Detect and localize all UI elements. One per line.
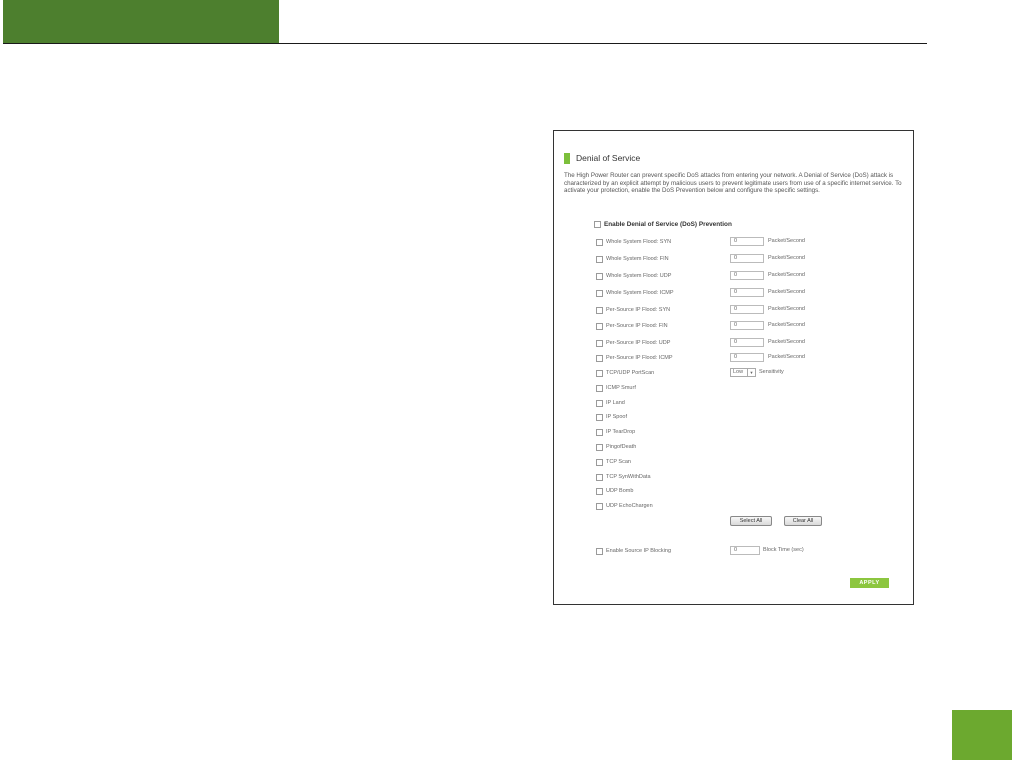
flood-checkbox[interactable] xyxy=(596,238,603,246)
option-row[interactable]: IP TearDrop xyxy=(596,427,635,437)
source-block-label: Enable Source IP Blocking xyxy=(606,548,672,554)
option-row[interactable]: IP Spoof xyxy=(596,412,627,422)
enable-dos-label: Enable Denial of Service (DoS) Preventio… xyxy=(604,221,732,228)
panel-description: The High Power Router can prevent specif… xyxy=(564,172,902,195)
chevron-down-icon[interactable]: ▼ xyxy=(747,369,755,376)
option-label: UDP Bomb xyxy=(606,488,634,494)
option-label: IP Spoof xyxy=(606,414,627,420)
flood-rate-input[interactable]: 0 xyxy=(730,338,764,347)
option-checkbox[interactable] xyxy=(596,443,603,451)
flood-unit: Packet/Second xyxy=(768,339,805,345)
flood-checkbox[interactable] xyxy=(596,322,603,330)
flood-unit: Packet/Second xyxy=(768,322,805,328)
option-row[interactable]: ICMP Smurf xyxy=(596,383,636,393)
option-row[interactable]: IP Land xyxy=(596,398,625,408)
flood-rate-input[interactable]: 0 xyxy=(730,321,764,330)
flood-row[interactable]: Whole System Flood: SYN xyxy=(596,237,671,247)
flood-checkbox[interactable] xyxy=(596,306,603,314)
flood-checkbox[interactable] xyxy=(596,354,603,362)
title-marker xyxy=(564,152,570,164)
option-checkbox[interactable] xyxy=(596,399,603,407)
portscan-label: TCP/UDP PortScan xyxy=(606,370,655,376)
flood-unit: Packet/Second xyxy=(768,255,805,261)
option-checkbox[interactable] xyxy=(596,413,603,421)
flood-label: Whole System Flood: SYN xyxy=(606,239,672,245)
option-checkbox[interactable] xyxy=(596,458,603,466)
flood-label: Per-Source IP Flood: UDP xyxy=(606,340,671,346)
flood-row[interactable]: Per-Source IP Flood: ICMP xyxy=(596,353,673,363)
flood-checkbox[interactable] xyxy=(596,339,603,347)
flood-rate-input[interactable]: 0 xyxy=(730,237,764,246)
option-label: IP Land xyxy=(606,400,625,406)
flood-checkbox[interactable] xyxy=(596,289,603,297)
portscan-checkbox[interactable] xyxy=(596,369,603,377)
flood-rate-input[interactable]: 0 xyxy=(730,305,764,314)
option-label: ICMP Smurf xyxy=(606,385,636,391)
flood-row[interactable]: Whole System Flood: UDP xyxy=(596,271,671,281)
flood-unit: Packet/Second xyxy=(768,272,805,278)
flood-rate-input[interactable]: 0 xyxy=(730,353,764,362)
page-corner-tab xyxy=(952,710,1012,760)
flood-row[interactable]: Per-Source IP Flood: FIN xyxy=(596,321,668,331)
source-block-row[interactable]: Enable Source IP Blocking xyxy=(596,546,671,556)
flood-checkbox[interactable] xyxy=(596,272,603,280)
panel-title: Denial of Service xyxy=(564,152,640,164)
option-label: IP TearDrop xyxy=(606,429,636,435)
flood-unit: Packet/Second xyxy=(768,306,805,312)
clear-all-button[interactable]: Clear All xyxy=(784,516,822,526)
option-checkbox[interactable] xyxy=(596,502,603,510)
enable-dos-checkbox-row[interactable]: Enable Denial of Service (DoS) Preventio… xyxy=(594,221,732,228)
flood-label: Whole System Flood: UDP xyxy=(606,273,672,279)
flood-row[interactable]: Whole System Flood: ICMP xyxy=(596,288,674,298)
header-banner xyxy=(3,0,279,44)
flood-row[interactable]: Per-Source IP Flood: UDP xyxy=(596,338,670,348)
flood-rate-input[interactable]: 0 xyxy=(730,271,764,280)
flood-unit: Packet/Second xyxy=(768,238,805,244)
sensitivity-label: Sensitivity xyxy=(759,369,784,375)
option-checkbox[interactable] xyxy=(596,473,603,481)
portscan-row[interactable]: TCP/UDP PortScan xyxy=(596,368,654,378)
flood-rate-input[interactable]: 0 xyxy=(730,254,764,263)
option-label: UDP EchoChargen xyxy=(606,503,653,509)
block-time-unit: Block Time (sec) xyxy=(763,547,804,553)
option-checkbox[interactable] xyxy=(596,384,603,392)
apply-button[interactable]: APPLY xyxy=(850,578,889,588)
option-label: TCP SynWithData xyxy=(606,474,651,480)
sensitivity-select[interactable]: Low ▼ xyxy=(730,368,756,377)
option-checkbox[interactable] xyxy=(596,428,603,436)
flood-row[interactable]: Per-Source IP Flood: SYN xyxy=(596,305,670,315)
flood-row[interactable]: Whole System Flood: FIN xyxy=(596,254,669,264)
enable-dos-checkbox[interactable] xyxy=(594,221,601,228)
flood-label: Per-Source IP Flood: ICMP xyxy=(606,355,673,361)
flood-unit: Packet/Second xyxy=(768,354,805,360)
panel-title-text: Denial of Service xyxy=(576,153,641,163)
flood-rate-input[interactable]: 0 xyxy=(730,288,764,297)
option-row[interactable]: TCP Scan xyxy=(596,457,631,467)
header-divider xyxy=(3,43,927,44)
flood-checkbox[interactable] xyxy=(596,255,603,263)
flood-unit: Packet/Second xyxy=(768,289,805,295)
flood-label: Whole System Flood: ICMP xyxy=(606,290,674,296)
block-time-input[interactable]: 0 xyxy=(730,546,760,555)
source-block-checkbox[interactable] xyxy=(596,547,603,555)
option-label: TCP Scan xyxy=(606,459,631,465)
dos-settings-panel: Denial of Service The High Power Router … xyxy=(553,130,914,605)
option-row[interactable]: UDP EchoChargen xyxy=(596,501,653,511)
option-row[interactable]: UDP Bomb xyxy=(596,486,633,496)
option-row[interactable]: PingofDeath xyxy=(596,442,636,452)
option-label: PingofDeath xyxy=(606,444,637,450)
flood-label: Whole System Flood: FIN xyxy=(606,256,669,262)
select-all-button[interactable]: Select All xyxy=(730,516,772,526)
sensitivity-value: Low xyxy=(733,369,744,375)
option-row[interactable]: TCP SynWithData xyxy=(596,472,651,482)
flood-label: Per-Source IP Flood: SYN xyxy=(606,307,671,313)
option-checkbox[interactable] xyxy=(596,487,603,495)
flood-label: Per-Source IP Flood: FIN xyxy=(606,323,668,329)
